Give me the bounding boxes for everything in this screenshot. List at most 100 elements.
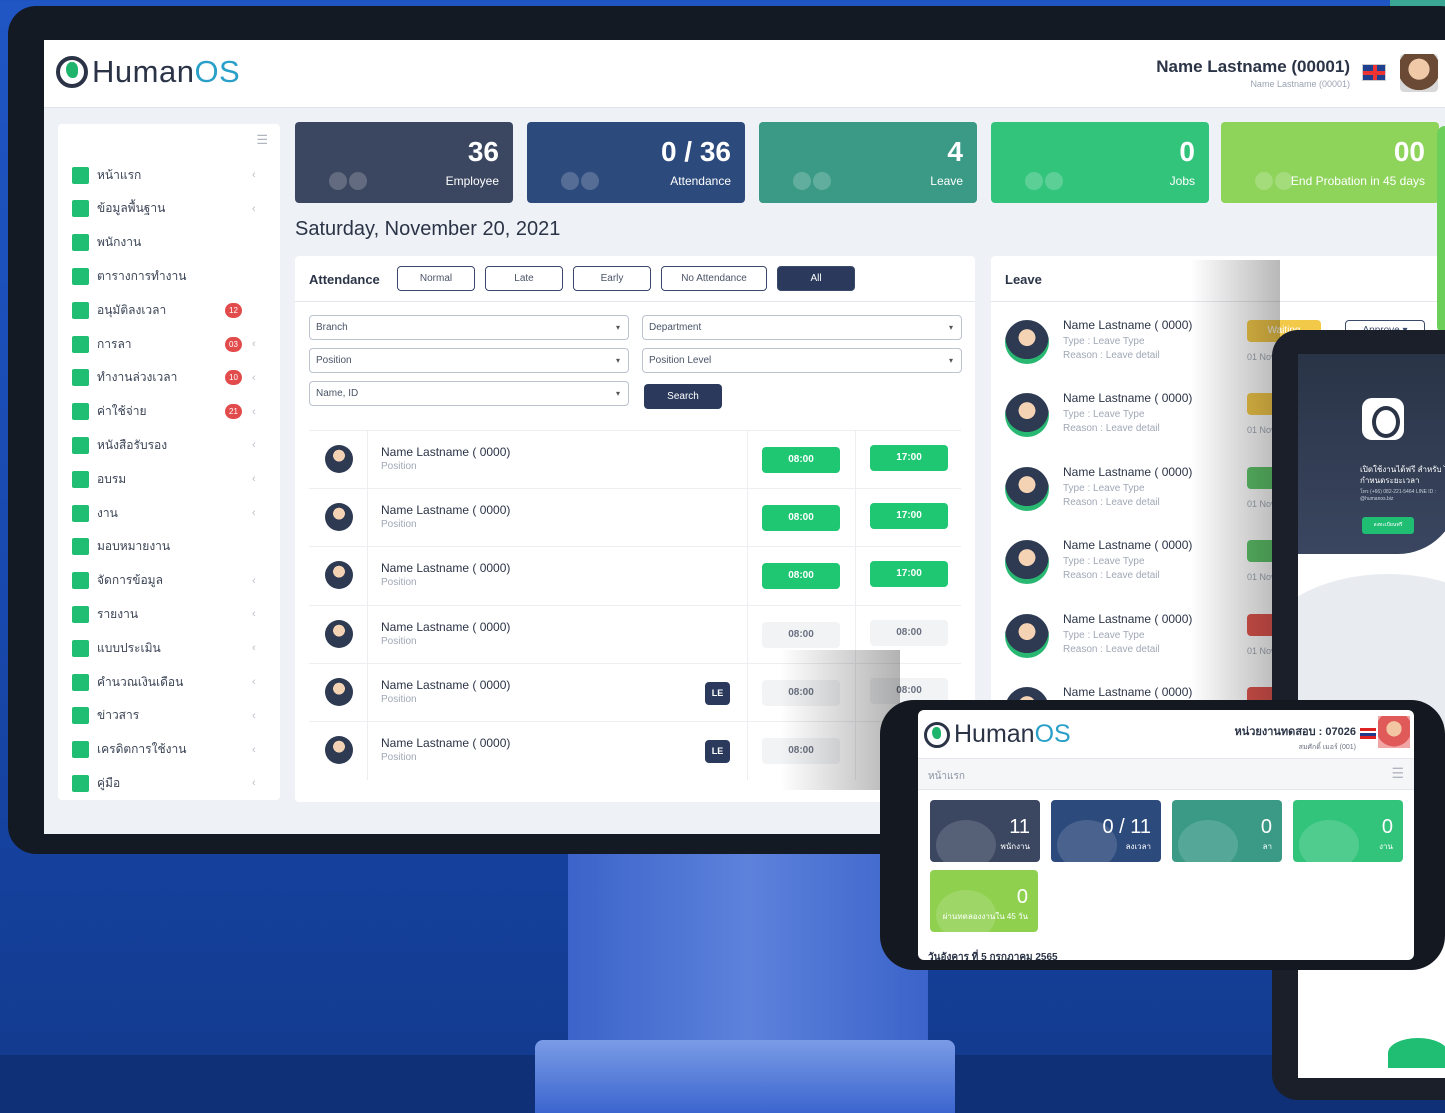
stat-card[interactable]: 0 Jobs [991,122,1209,203]
attendance-row[interactable]: Name Lastname ( 0000) Position 08:00 17:00 [309,488,961,548]
check-in-time[interactable]: 08:00 [762,447,840,473]
check-out-time[interactable]: 08:00 [870,619,948,646]
position-select[interactable]: Position ▾ [309,348,629,373]
sidebar-item[interactable]: ค่าใช้จ่าย 21 ‹ [72,401,262,423]
stat-label: Leave [930,174,963,188]
filter-early-button[interactable]: Early [573,266,651,291]
employee-name: Name Lastname ( 0000) [381,736,511,750]
phone-device: HumanOS หน่วยงานทดสอบ : 07026 สมศักดิ์ เ… [880,700,1445,970]
sidebar-item[interactable]: ข้อมูลพื้นฐาน ‹ [72,198,262,220]
sidebar-item[interactable]: หน้าแรก ‹ [72,164,262,186]
employee-position: Position [381,635,417,647]
phone-stat-probation[interactable]: 0 ผ่านทดลองงานใน 45 วัน [930,870,1038,932]
stat-value: 00 [1393,136,1425,167]
uk-flag-icon[interactable] [1362,64,1386,81]
leave-type: Type : Leave Type [1063,336,1145,347]
chevron-left-icon: ‹ [252,169,256,181]
stat-card[interactable]: 00 End Probation in 45 days [1221,122,1439,203]
phone-app-logo[interactable]: HumanOS [924,720,1071,749]
stat-decoration-icon [1299,820,1359,862]
employee-name: Name Lastname ( 0000) [1063,391,1193,406]
attendance-row[interactable]: Name Lastname ( 0000) Position 08:00 17:00 [309,546,961,606]
employee-avatar [1005,540,1049,585]
check-out-time[interactable]: 17:00 [870,445,948,471]
logo-icon [56,56,88,88]
stat-label: End Probation in 45 days [1290,174,1425,188]
filter-all-button[interactable]: All [777,266,855,291]
menu-icon[interactable]: ☰ [1391,765,1404,782]
sidebar-item[interactable]: คำนวณเงินเดือน ‹ [72,671,262,693]
check-in-time[interactable]: 08:00 [762,621,840,648]
divider [367,431,368,489]
people-icon [785,172,845,203]
monitor-stand-base [535,1040,955,1113]
stat-card[interactable]: 4 Leave [759,122,977,203]
phone-user-info[interactable]: หน่วยงานทดสอบ : 07026 สมศักดิ์ เมอร์ (00… [1234,722,1356,753]
sidebar-item[interactable]: ตารางการทำงาน [72,265,262,287]
stat-value: 0 [1016,886,1028,908]
branch-select[interactable]: Branch ▾ [309,315,629,340]
phone-stat-card[interactable]: 0 ลา [1172,800,1282,862]
department-select[interactable]: Department ▾ [642,315,962,340]
sidebar-item[interactable]: อนุมัติลงเวลา 12 [72,299,262,321]
employee-position: Position [381,752,417,763]
check-in-time[interactable]: 08:00 [762,563,840,590]
stat-label: Employee [445,174,499,188]
check-out-time[interactable]: 17:00 [870,503,948,530]
phone-stat-card[interactable]: 11 พนักงาน [930,800,1040,862]
stat-decoration-icon [1178,820,1238,862]
phone-user-avatar[interactable] [1378,716,1410,748]
menu-item-icon [72,335,89,353]
employee-name: Name Lastname ( 0000) [1063,318,1193,332]
caret-down-icon: ▾ [948,323,953,332]
sidebar-item[interactable]: เครดิตการใช้งาน ‹ [72,739,262,761]
name-id-select[interactable]: Name, ID ▾ [309,381,629,406]
check-in-time[interactable]: 08:00 [762,505,840,532]
user-avatar[interactable] [1400,54,1438,92]
sidebar-item[interactable]: มอบหมายงาน [72,536,262,558]
filter-late-button[interactable]: Late [485,266,563,291]
sidebar-item[interactable]: จัดการข้อมูล ‹ [72,570,262,592]
filter-normal-button[interactable]: Normal [397,266,475,291]
sidebar-item[interactable]: หนังสือรับรอง ‹ [72,434,262,456]
position-level-select[interactable]: Position Level ▾ [642,348,962,373]
sidebar-item[interactable]: พนักงาน [72,232,262,254]
menu-item-icon [72,403,89,421]
check-out-time[interactable]: 17:00 [870,561,948,588]
tablet-headline: เปิดใช้งานได้ฟรี สำหรับ ไม่กำหนดระยะเวลา [1360,465,1445,485]
stat-card[interactable]: 36 Employee [295,122,513,203]
divider [747,722,748,780]
menu-icon[interactable]: ☰ [256,132,268,148]
tablet-register-button[interactable]: ลงทะเบียนฟรี [1362,517,1414,534]
divider [367,605,368,664]
chevron-left-icon: ‹ [252,608,256,621]
divider [747,489,748,548]
search-button[interactable]: Search [644,384,722,409]
app-logo[interactable]: HumanOS [56,54,240,90]
sidebar-item[interactable]: ทำงานล่วงเวลา 10 ‹ [72,367,262,389]
filter-no-attendance-button[interactable]: No Attendance [661,266,767,291]
sidebar-item[interactable]: การลา 03 ‹ [72,333,262,355]
attendance-row[interactable]: Name Lastname ( 0000) Position 08:00 17:00 [309,430,961,489]
phone-stat-card[interactable]: 0 / 11 ลงเวลา [1051,800,1161,862]
sidebar-item[interactable]: แบบประเมิน ‹ [72,637,262,659]
stat-value: 4 [947,136,963,167]
menu-item-icon [72,572,89,590]
employee-name: Name Lastname ( 0000) [1063,538,1193,553]
sidebar-item[interactable]: อบรม ‹ [72,468,262,490]
phone-stat-card[interactable]: 0 งาน [1293,800,1403,862]
sidebar-item[interactable]: คู่มือ ‹ [72,772,262,794]
thai-flag-icon[interactable] [1360,728,1376,739]
tablet-hero: เปิดใช้งานได้ฟรี สำหรับ ไม่กำหนดระยะเวลา… [1298,354,1445,554]
chevron-left-icon: ‹ [252,676,256,688]
sidebar-item[interactable]: ข่าวสาร ‹ [72,705,262,727]
menu-item-icon [72,166,89,184]
stat-card[interactable]: 0 / 36 Attendance [527,122,745,203]
sidebar-item[interactable]: งาน ‹ [72,502,262,524]
leave-reason: Reason : Leave detail [1063,570,1160,582]
menu-item-icon [72,639,89,657]
sidebar-item[interactable]: รายงาน ‹ [72,603,262,625]
sidebar-item-label: งาน [97,505,118,520]
user-info[interactable]: Name Lastname (00001) Name Lastname (000… [1156,57,1350,89]
user-name: Name Lastname (00001) [1156,57,1350,76]
